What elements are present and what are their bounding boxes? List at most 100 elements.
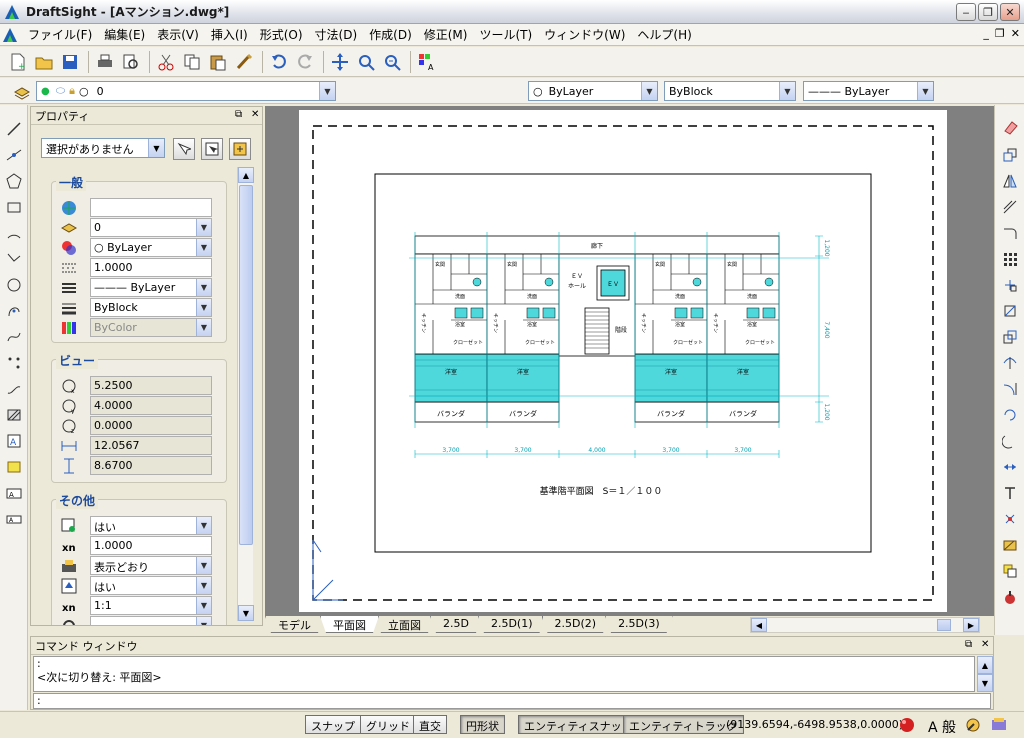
chevron-down-icon[interactable]: ▼ <box>196 597 211 614</box>
hatch-icon[interactable] <box>4 405 24 425</box>
scale-icon[interactable] <box>1000 327 1020 347</box>
menu-help[interactable]: ヘルプ(H) <box>631 26 697 43</box>
menu-draw[interactable]: 作成(D) <box>363 26 418 43</box>
menu-file[interactable]: ファイル(F) <box>22 26 98 43</box>
menu-tools[interactable]: ツール(T) <box>473 26 538 43</box>
esnap-toggle[interactable]: エンティティスナップ <box>518 715 639 734</box>
chevron-down-icon[interactable]: ▼ <box>917 82 933 100</box>
chevron-down-icon[interactable]: ▼ <box>196 617 211 625</box>
prop-lineweight-field[interactable]: ByBlock ▼ <box>90 298 212 317</box>
chevron-down-icon[interactable]: ▼ <box>196 279 211 296</box>
scroll-up-icon[interactable]: ▲ <box>238 167 254 183</box>
close-icon[interactable]: ✕ <box>251 109 259 120</box>
polygon-icon[interactable] <box>4 171 24 191</box>
command-scrollbar[interactable]: ▲ ▼ <box>977 656 993 692</box>
select-entities-button[interactable] <box>173 138 195 160</box>
chevron-down-icon[interactable]: ▼ <box>779 82 795 100</box>
polar-toggle[interactable]: 円形状 <box>460 715 505 734</box>
chamfer-icon[interactable] <box>1000 483 1020 503</box>
chevron-down-icon[interactable]: ▼ <box>196 577 211 594</box>
prop-layer-field[interactable]: 0 ▼ <box>90 218 212 237</box>
print-preview-icon[interactable] <box>119 50 143 74</box>
prop-linestyle-field[interactable]: ——— ByLayer ▼ <box>90 278 212 297</box>
lineweight-combo[interactable]: ——— ByLayer ▼ <box>803 81 934 101</box>
prop-display-field[interactable]: 表示どおり ▼ <box>90 556 212 575</box>
undo-icon[interactable] <box>267 50 291 74</box>
rectangle-icon[interactable] <box>4 197 24 217</box>
circle-icon[interactable] <box>4 275 24 295</box>
chevron-down-icon[interactable]: ▼ <box>196 517 211 534</box>
chevron-down-icon[interactable]: ▼ <box>641 82 657 100</box>
move-icon[interactable] <box>1000 275 1020 295</box>
print-icon[interactable] <box>93 50 117 74</box>
close-button[interactable]: ✕ <box>1000 3 1020 21</box>
polyline-icon[interactable] <box>4 249 24 269</box>
text-style-label[interactable]: A 般 <box>928 717 956 737</box>
edit-block-icon[interactable] <box>1000 561 1020 581</box>
extend-icon[interactable] <box>1000 379 1020 399</box>
copy-entity-icon[interactable] <box>1000 145 1020 165</box>
infinite-line-icon[interactable] <box>4 145 24 165</box>
tab-2-5d-3[interactable]: 2.5D(3) <box>605 616 673 633</box>
arc-icon[interactable] <box>4 223 24 243</box>
restore-button[interactable]: ❐ <box>978 3 998 21</box>
color-combo[interactable]: ○ ByLayer ▼ <box>528 81 658 101</box>
scroll-thumb[interactable] <box>937 619 951 631</box>
spline-icon[interactable] <box>4 327 24 347</box>
snap-toggle[interactable]: スナップ <box>305 715 361 734</box>
properties-scrollbar[interactable]: ▲ ▼ <box>237 167 254 621</box>
text-icon[interactable]: A <box>4 483 24 503</box>
scroll-left-icon[interactable]: ◀ <box>751 618 767 632</box>
chevron-down-icon[interactable]: ▼ <box>196 557 211 574</box>
menu-view[interactable]: 表示(V) <box>151 26 205 43</box>
fillet-icon[interactable] <box>1000 223 1020 243</box>
edit-hatch-icon[interactable] <box>1000 535 1020 555</box>
prop-scale-field[interactable]: 1.0000 <box>90 536 212 555</box>
chevron-down-icon[interactable]: ▼ <box>196 219 211 236</box>
copy-icon[interactable] <box>180 50 204 74</box>
prop-ucs-icon-field[interactable]: はい ▼ <box>90 516 212 535</box>
array-icon[interactable] <box>1000 249 1020 269</box>
ortho-toggle[interactable]: 直交 <box>413 715 447 734</box>
prop-entity-color-field[interactable]: ○ ByLayer ▼ <box>90 238 212 257</box>
scroll-right-icon[interactable]: ▶ <box>963 618 979 632</box>
tab-floor-plan[interactable]: 平面図 <box>320 616 379 633</box>
doc-close-button[interactable]: ✕ <box>1011 27 1020 40</box>
spiral-icon[interactable] <box>4 379 24 399</box>
menu-modify[interactable]: 修正(M) <box>418 26 474 43</box>
prop-ratio-field[interactable]: 1:1 ▼ <box>90 596 212 615</box>
match-properties-icon[interactable] <box>232 50 256 74</box>
floor-plan-drawing[interactable]: バランダ バランダ バランダ バランダ 洋室 洋室 洋室 洋室 廊下 ＥＶ ＥＶ… <box>299 110 947 612</box>
pan-icon[interactable] <box>328 50 352 74</box>
pin-icon[interactable]: ⧉ <box>235 109 242 120</box>
rotate-icon[interactable] <box>1000 301 1020 321</box>
block-icon[interactable]: A <box>4 431 24 451</box>
minimize-button[interactable]: ‒ <box>956 3 976 21</box>
document-logo-icon[interactable] <box>2 27 18 43</box>
pin-icon[interactable]: ⧉ <box>965 639 972 650</box>
trim-icon[interactable] <box>1000 353 1020 373</box>
ellipse-arc-icon[interactable] <box>4 301 24 321</box>
zoom-window-icon[interactable] <box>354 50 378 74</box>
menu-insert[interactable]: 挿入(I) <box>205 26 254 43</box>
cut-icon[interactable] <box>154 50 178 74</box>
eraser-icon[interactable] <box>1000 117 1020 137</box>
redo-icon[interactable] <box>293 50 317 74</box>
layout-paper[interactable]: バランダ バランダ バランダ バランダ 洋室 洋室 洋室 洋室 廊下 ＥＶ ＥＶ… <box>299 110 947 612</box>
mirror-icon[interactable] <box>1000 171 1020 191</box>
grid-toggle[interactable]: グリッド <box>360 715 416 734</box>
chevron-down-icon[interactable]: ▼ <box>319 82 335 100</box>
table-icon[interactable] <box>4 457 24 477</box>
new-file-icon[interactable]: + <box>6 50 30 74</box>
paste-icon[interactable] <box>206 50 230 74</box>
canvas-hscrollbar[interactable]: ◀ ▶ <box>750 617 980 633</box>
prop-partial-field[interactable]: ▼ <box>90 616 212 625</box>
tab-2-5d[interactable]: 2.5D <box>430 616 482 633</box>
doc-minimize-button[interactable]: _ <box>983 27 989 40</box>
scroll-down-icon[interactable]: ▼ <box>238 605 254 621</box>
prop-linescale-field[interactable]: 1.0000 <box>90 258 212 277</box>
prop-color-field[interactable] <box>90 198 212 217</box>
toggle-pickadd-button[interactable] <box>229 138 251 160</box>
zoom-previous-icon[interactable] <box>380 50 404 74</box>
block-palette-icon[interactable]: A <box>415 50 439 74</box>
